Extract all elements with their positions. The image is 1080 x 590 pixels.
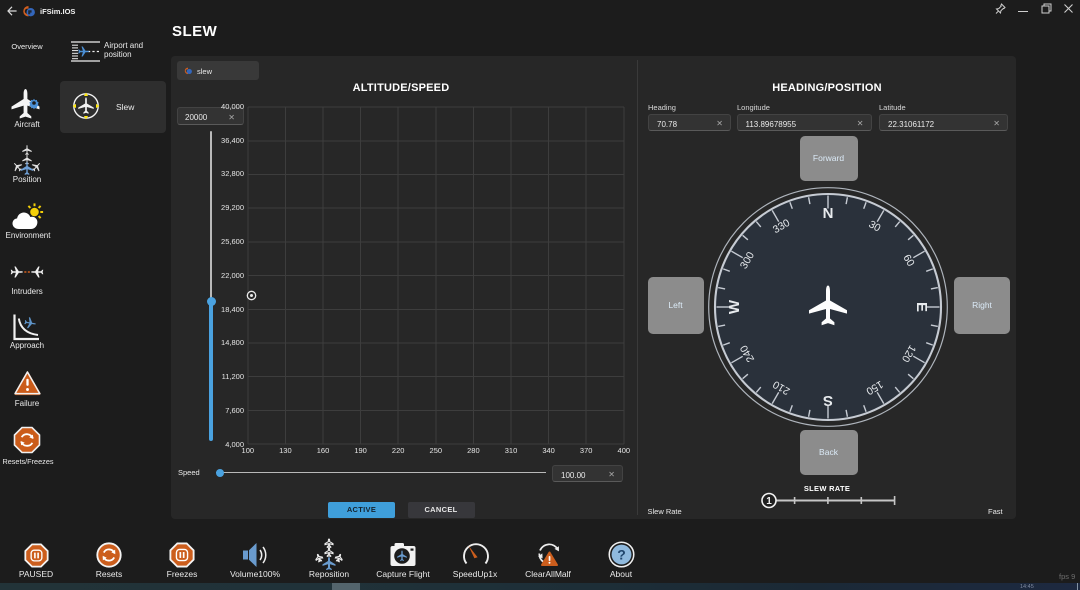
svg-text:W: W	[726, 299, 743, 314]
svg-text:N: N	[823, 205, 834, 222]
svg-text:?: ?	[617, 546, 626, 562]
svg-text:E: E	[913, 301, 930, 311]
svg-text:S: S	[823, 392, 833, 409]
svg-text:1: 1	[766, 496, 772, 507]
